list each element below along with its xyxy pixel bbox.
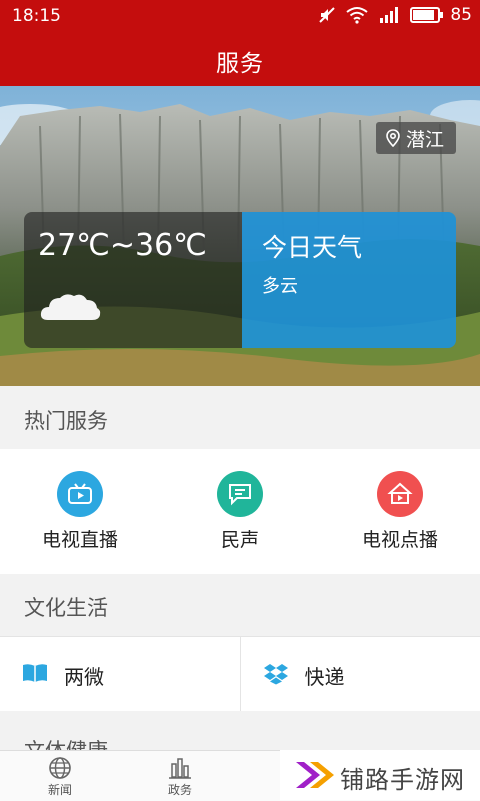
location-pin-icon <box>386 129 400 147</box>
status-bar: 18:15 85 <box>0 0 480 32</box>
culture-heading: 文化生活 <box>0 574 480 636</box>
book-icon <box>22 663 48 683</box>
weather-today-panel[interactable]: 今日天气 多云 <box>242 212 456 348</box>
mute-icon <box>318 6 336 24</box>
chat-icon <box>217 471 263 517</box>
hot-services-grid: 电视直播 民声 电视点播 <box>0 449 480 574</box>
location-name: 潜江 <box>406 125 444 152</box>
section-title: 热门服务 <box>24 405 108 435</box>
app-header: 服务 <box>0 32 480 86</box>
culture-express[interactable]: 快递 <box>240 637 480 711</box>
watermark: 铺路手游网 <box>280 750 480 800</box>
hero-banner: 潜江 27℃~36℃ 今日天气 多云 <box>0 86 480 386</box>
service-tv-live[interactable]: 电视直播 <box>0 449 160 574</box>
temperature-range: 27℃~36℃ <box>38 228 207 263</box>
today-weather-label: 今日天气 <box>262 228 362 264</box>
service-label: 电视点播 <box>320 525 480 552</box>
section-title: 文化生活 <box>24 592 108 622</box>
page-title: 服务 <box>0 44 480 78</box>
next-section-peek: 文体健康 <box>0 711 480 751</box>
watermark-logo-icon <box>294 758 338 792</box>
nav-government[interactable]: 政务 <box>150 751 210 801</box>
globe-icon <box>47 756 73 780</box>
nav-label: 政务 <box>150 781 210 798</box>
tv-play-icon <box>57 471 103 517</box>
status-time: 18:15 <box>12 6 61 26</box>
weather-temp-panel: 27℃~36℃ <box>24 212 242 348</box>
watermark-text: 铺路手游网 <box>340 760 465 795</box>
cloud-icon <box>38 288 102 324</box>
status-icons: 85 <box>318 5 472 25</box>
signal-icon <box>378 6 400 24</box>
service-public-voice[interactable]: 民声 <box>160 449 320 574</box>
culture-label: 快递 <box>305 661 345 690</box>
vod-icon <box>377 471 423 517</box>
service-tv-vod[interactable]: 电视点播 <box>320 449 480 574</box>
wifi-icon <box>346 6 368 24</box>
section-title: 文体健康 <box>24 735 108 751</box>
hot-services-heading: 热门服务 <box>0 387 480 449</box>
bar-chart-icon <box>167 756 193 780</box>
weather-condition: 多云 <box>262 272 298 298</box>
culture-label: 两微 <box>64 661 104 690</box>
location-badge[interactable]: 潜江 <box>376 122 456 154</box>
culture-grid: 两微 快递 <box>0 636 480 712</box>
nav-label: 新闻 <box>30 781 90 798</box>
nav-news[interactable]: 新闻 <box>30 751 90 801</box>
service-label: 电视直播 <box>0 525 160 552</box>
battery-percent: 85 <box>450 5 472 25</box>
dropbox-icon <box>263 663 289 685</box>
culture-two-micro[interactable]: 两微 <box>0 637 240 711</box>
battery-icon <box>410 7 440 23</box>
service-label: 民声 <box>160 525 320 552</box>
